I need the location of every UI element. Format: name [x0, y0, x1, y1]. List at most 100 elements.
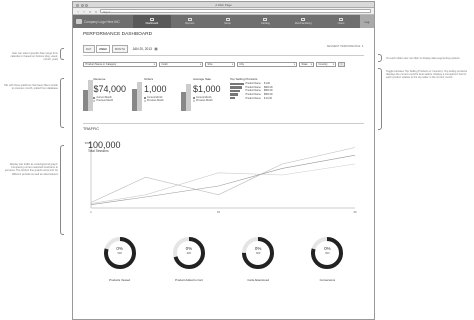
calendar-icon[interactable]: ▦ [154, 47, 157, 51]
donut-carts-abandoned: 0% 000 Carts Abandoned [232, 236, 284, 282]
catalog-icon [263, 18, 268, 21]
top-product-row[interactable]: Product Name $ 10.00 [230, 96, 290, 100]
range-day-button[interactable]: DAY [83, 45, 95, 53]
donut-label: Product Added to Cart [175, 278, 203, 282]
metric-bars [132, 77, 142, 111]
top-product-bar [230, 86, 242, 89]
range-selector: DAY WEEK MONTH JAN 20, 2013 ▦ [83, 45, 158, 53]
metric-label: Orders [144, 77, 154, 81]
close-icon[interactable]: × [88, 9, 92, 14]
previous-bar [88, 80, 93, 111]
donut-value: 0% [324, 246, 331, 251]
nav-item-users[interactable]: Users [322, 15, 360, 28]
window-title: A Web Page [215, 2, 232, 7]
donut-value: 0% [116, 246, 123, 251]
nav-item-label: Merchandising [294, 22, 312, 25]
legend-previous: Previous Month [144, 99, 167, 102]
top-product-price: $ 10.00 [264, 96, 272, 100]
nav-item-merchandising[interactable]: Merchandising [284, 15, 322, 28]
back-icon[interactable]: ‹ [76, 9, 80, 14]
series-line-1 [90, 147, 356, 203]
x-tick-label: 1 [90, 210, 92, 214]
setup-icon [225, 18, 230, 21]
donut-label: Products Viewed [109, 278, 131, 282]
top-product-bar [230, 93, 238, 96]
size-filter[interactable]: Size [205, 62, 235, 67]
annotation-traffic: Display site traffic as a background gra… [4, 163, 58, 176]
title-bar: A Web Page [73, 2, 374, 8]
annotation-metrics: Tab with three platforms that have filte… [3, 84, 58, 91]
metric-label: Revenue [93, 77, 106, 81]
product-filter[interactable]: Product Name or Category [83, 62, 157, 67]
annotation-top-products: Toggle between Top Selling Products or I… [386, 70, 468, 80]
app-nav: Company Logo Here INC Dashboard Reports … [73, 15, 374, 28]
annotation-brace [378, 68, 382, 130]
range-week-button[interactable]: WEEK [96, 45, 111, 53]
annotation-brace [60, 145, 64, 235]
legend-previous: Previous Month [93, 99, 126, 102]
filter-icon: ▼ [361, 45, 364, 48]
top-products-title: Top Selling Products [230, 77, 258, 81]
donut-ring: 0% 000 [103, 236, 137, 270]
donut-count: 000 [325, 252, 330, 255]
state-filter[interactable]: State [299, 62, 314, 67]
logout-button[interactable]: Log [359, 15, 374, 28]
segment-label: SEGMENT PERFORMANCE [326, 45, 361, 48]
traffic-section: TRAFFIC 60% 1 15 30 100,000 Total Sessions [83, 123, 364, 216]
url-bar: ‹ › × ⌂ http:// [73, 8, 374, 15]
donut-value: 0% [185, 246, 193, 251]
apply-filter-button[interactable]: > [338, 62, 345, 67]
metric-value: 1,000 [144, 84, 167, 94]
donut-label: Carts Abandoned [247, 278, 269, 282]
dashboard-icon [149, 18, 154, 21]
url-input[interactable]: http:// [100, 8, 371, 14]
annotation-brace [60, 48, 64, 60]
country-filter[interactable]: Country [316, 62, 336, 67]
forward-icon[interactable]: › [82, 9, 86, 14]
metric-bars [181, 77, 191, 111]
nav-item-setup[interactable]: Setup [209, 15, 247, 28]
logo-icon [76, 19, 82, 24]
donut-ring: 0% 000 [172, 236, 206, 270]
donut-conversions: 0% 000 Conversions [301, 236, 353, 282]
donut-products-viewed: 0% 000 Products Viewed [94, 236, 146, 282]
nav-item-dashboard[interactable]: Dashboard [133, 15, 171, 28]
nav-item-label: Setup [224, 22, 231, 25]
x-tick-label: 15 [217, 210, 220, 214]
conversion-donuts: 0% 000 Products Viewed 0% 000 Product Ad… [83, 236, 364, 282]
donut-value: 0% [254, 246, 262, 251]
selected-date: JAN 20, 2013 [132, 47, 152, 51]
merchandising-icon [301, 18, 306, 21]
metric-orders: Orders 1,000 Current Month Previous Mont… [132, 77, 175, 111]
brand-logo[interactable]: Company Logo Here INC [73, 15, 133, 28]
city-filter[interactable]: City [237, 62, 297, 67]
top-selling-products[interactable]: Top Selling Products Product Name $ 100 Pr… [230, 77, 290, 111]
top-product-name: Product Name [245, 82, 261, 86]
nav-item-reports[interactable]: Reports [171, 15, 209, 28]
range-month-button[interactable]: MONTH [111, 45, 129, 53]
metric-revenue: Revenue $74,000 Current Month Previous M… [83, 77, 126, 111]
segment-performance-toggle[interactable]: SEGMENT PERFORMANCE ▼ [327, 45, 364, 48]
page: User can select specific date range from… [0, 0, 474, 320]
metric-value: $74,000 [93, 84, 126, 94]
color-filter[interactable]: Color [159, 62, 203, 67]
top-product-name: Product Name [245, 93, 261, 97]
dashboard-content: PERFORMANCE DASHBOARD DAY WEEK MONTH JAN… [73, 28, 374, 282]
traffic-chart: 60% 1 15 30 100,000 Total Sessions [83, 138, 361, 216]
window-controls[interactable] [76, 3, 88, 7]
home-icon[interactable]: ⌂ [94, 9, 98, 14]
annotation-date-range: User can select specific date range from… [10, 52, 58, 62]
donut-label: Conversions [319, 278, 336, 282]
metric-label: Average Sale [193, 77, 211, 81]
nav-item-label: Dashboard [145, 22, 159, 25]
users-icon [339, 18, 344, 21]
nav-item-label: Reports [185, 22, 195, 25]
reports-icon [187, 18, 192, 21]
top-product-name: Product Name [245, 85, 261, 89]
metrics-row: Revenue $74,000 Current Month Previous M… [83, 77, 364, 111]
annotation-segment: On each slider user can filter to displa… [386, 57, 460, 60]
nav-item-catalog[interactable]: Catalog [246, 15, 284, 28]
nav-item-label: Catalog [260, 22, 270, 25]
range-row: DAY WEEK MONTH JAN 20, 2013 ▦ SEGMENT PE… [83, 40, 364, 56]
filter-bar: Product Name or Category Color Size City… [83, 62, 364, 67]
